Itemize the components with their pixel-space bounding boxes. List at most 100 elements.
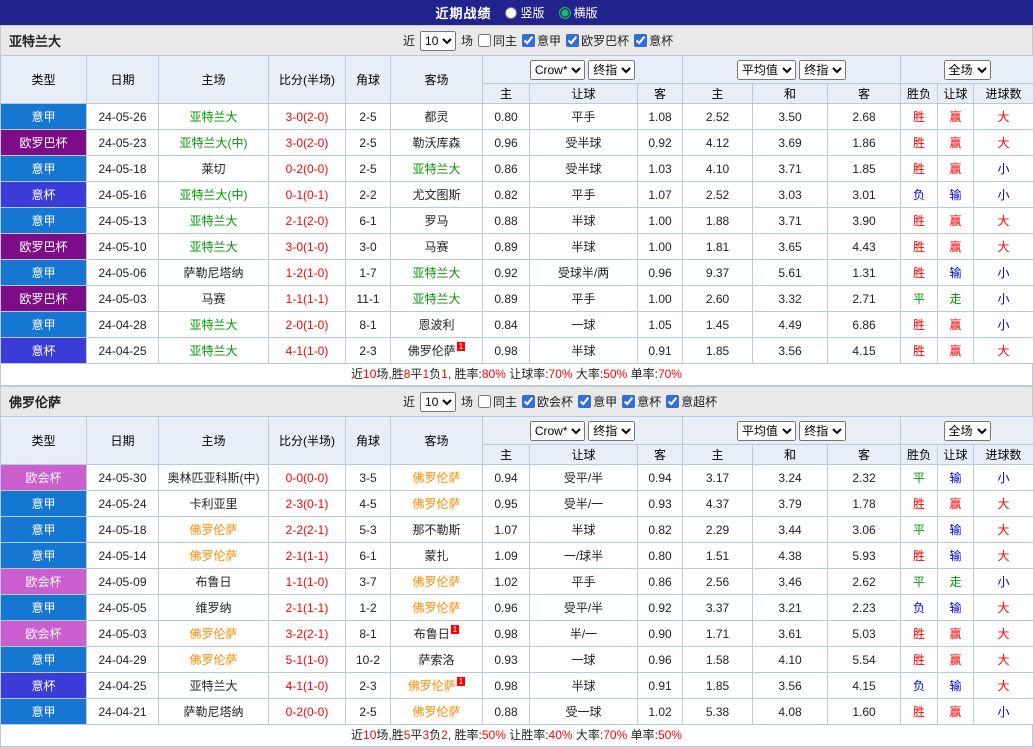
avg-stage-select[interactable]: 终指 xyxy=(799,421,846,441)
away-team: 佛罗伦萨 xyxy=(391,699,483,725)
handicap: 平手 xyxy=(530,104,638,130)
handicap: 受平/半 xyxy=(530,595,638,621)
avg-home: 4.37 xyxy=(683,491,753,517)
match-row: 意杯24-04-25亚特兰大4-1(1-0)2-3佛罗伦萨10.98半球0.91… xyxy=(1,673,1033,699)
result-handicap: 输 xyxy=(938,260,974,286)
away-odds: 1.00 xyxy=(638,234,683,260)
layout-vertical-option[interactable]: 竖版 xyxy=(505,4,544,21)
result-goals: 小 xyxy=(974,286,1033,312)
team-name: 佛罗伦萨 xyxy=(412,471,460,485)
result-winloss: 胜 xyxy=(901,312,938,338)
home-odds: 0.88 xyxy=(483,208,530,234)
result-winloss: 胜 xyxy=(901,104,938,130)
filter-同主[interactable]: 同主 xyxy=(478,393,517,410)
avg-draw: 3.32 xyxy=(753,286,828,312)
results-table: 类型 日期 主场 比分(半场) 角球 客场 Crow* 终指 平均值 终指 全场 xyxy=(0,55,1033,364)
filter-意超杯[interactable]: 意超杯 xyxy=(666,393,717,410)
handicap: 受球半/两 xyxy=(530,260,638,286)
filter-欧罗巴杯[interactable]: 欧罗巴杯 xyxy=(566,32,629,49)
corner-score: 2-5 xyxy=(346,156,391,182)
games-label: 场 xyxy=(461,32,473,49)
match-count-select[interactable]: 10 xyxy=(420,392,456,412)
filter-同主[interactable]: 同主 xyxy=(478,32,517,49)
summary-line: 近10场,胜5平3负2, 胜率:50% 让胜率:40% 大率:70% 单率:50… xyxy=(0,725,1033,747)
odds-stage-select[interactable]: 终指 xyxy=(588,421,635,441)
filter-checkbox[interactable] xyxy=(566,34,579,47)
avg-stage-select[interactable]: 终指 xyxy=(799,60,846,80)
avg-away: 1.78 xyxy=(828,491,901,517)
handicap: 半球 xyxy=(530,673,638,699)
scope-select[interactable]: 全场 xyxy=(944,60,991,80)
home-team: 亚特兰大 xyxy=(159,208,269,234)
section-header: 亚特兰大 近 10 场 同主意甲欧罗巴杯意杯 xyxy=(0,25,1033,55)
filter-checkbox[interactable] xyxy=(478,395,491,408)
filter-欧会杯[interactable]: 欧会杯 xyxy=(522,393,573,410)
match-count-select[interactable]: 10 xyxy=(420,31,456,51)
average-select[interactable]: 平均值 xyxy=(737,60,796,80)
match-row: 欧会杯24-05-09布鲁日1-1(1-0)3-7佛罗伦萨1.02平手0.862… xyxy=(1,569,1033,595)
home-odds: 0.95 xyxy=(483,491,530,517)
horizontal-radio[interactable] xyxy=(559,7,571,19)
filter-checkbox[interactable] xyxy=(478,34,491,47)
corner-score: 3-0 xyxy=(346,234,391,260)
score: 1-1(1-1) xyxy=(269,286,346,312)
filter-意甲[interactable]: 意甲 xyxy=(522,32,561,49)
col-handicap: 让球 xyxy=(530,445,638,465)
layout-horizontal-option[interactable]: 横版 xyxy=(559,4,598,21)
odds-stage-select[interactable]: 终指 xyxy=(588,60,635,80)
average-select[interactable]: 平均值 xyxy=(737,421,796,441)
home-team: 佛罗伦萨 xyxy=(159,621,269,647)
handicap: 半/一 xyxy=(530,621,638,647)
filter-checkbox[interactable] xyxy=(666,395,679,408)
company-select[interactable]: Crow* xyxy=(530,421,585,441)
result-goals: 小 xyxy=(974,156,1033,182)
col-avg-draw: 和 xyxy=(753,84,828,104)
filter-checkbox[interactable] xyxy=(622,395,635,408)
match-row: 意甲24-05-05维罗纳2-1(1-1)1-2佛罗伦萨0.96受平/半0.92… xyxy=(1,595,1033,621)
avg-away: 2.62 xyxy=(828,569,901,595)
result-winloss: 平 xyxy=(901,286,938,312)
match-row: 意甲24-05-13亚特兰大2-1(2-0)6-1罗马0.88半球1.001.8… xyxy=(1,208,1033,234)
result-winloss: 平 xyxy=(901,517,938,543)
home-odds: 0.88 xyxy=(483,699,530,725)
avg-away: 2.68 xyxy=(828,104,901,130)
avg-home: 2.52 xyxy=(683,104,753,130)
home-team: 萨勒尼塔纳 xyxy=(159,260,269,286)
match-date: 24-05-24 xyxy=(87,491,159,517)
vertical-radio[interactable] xyxy=(505,7,517,19)
filter-checkbox[interactable] xyxy=(522,34,535,47)
col-handicap-result: 让球 xyxy=(938,84,974,104)
team-name-title: 亚特兰大 xyxy=(1,31,61,50)
avg-draw: 3.50 xyxy=(753,104,828,130)
home-odds: 0.84 xyxy=(483,312,530,338)
corner-score: 2-5 xyxy=(346,104,391,130)
filter-checkbox[interactable] xyxy=(522,395,535,408)
away-odds: 0.96 xyxy=(638,647,683,673)
result-handicap: 赢 xyxy=(938,699,974,725)
col-avg-home: 主 xyxy=(683,84,753,104)
avg-away: 4.15 xyxy=(828,673,901,699)
scope-select[interactable]: 全场 xyxy=(944,421,991,441)
team-name: 亚特兰大(中) xyxy=(180,136,248,150)
avg-home: 1.45 xyxy=(683,312,753,338)
result-handicap: 输 xyxy=(938,673,974,699)
games-label: 场 xyxy=(461,393,473,410)
company-select[interactable]: Crow* xyxy=(530,60,585,80)
team-name: 恩波利 xyxy=(418,318,454,332)
home-odds: 0.98 xyxy=(483,673,530,699)
result-winloss: 胜 xyxy=(901,156,938,182)
avg-draw: 3.46 xyxy=(753,569,828,595)
away-odds: 1.00 xyxy=(638,208,683,234)
filter-checkbox[interactable] xyxy=(634,34,647,47)
filter-意杯[interactable]: 意杯 xyxy=(622,393,661,410)
handicap: 半球 xyxy=(530,208,638,234)
filter-意甲[interactable]: 意甲 xyxy=(578,393,617,410)
avg-home: 2.52 xyxy=(683,182,753,208)
filter-意杯[interactable]: 意杯 xyxy=(634,32,673,49)
avg-away: 6.86 xyxy=(828,312,901,338)
match-row: 意杯24-05-16亚特兰大(中)0-1(0-1)2-2尤文图斯0.82平手1.… xyxy=(1,182,1033,208)
handicap: 半球 xyxy=(530,517,638,543)
avg-draw: 3.21 xyxy=(753,595,828,621)
filter-checkbox[interactable] xyxy=(578,395,591,408)
away-odds: 0.94 xyxy=(638,465,683,491)
